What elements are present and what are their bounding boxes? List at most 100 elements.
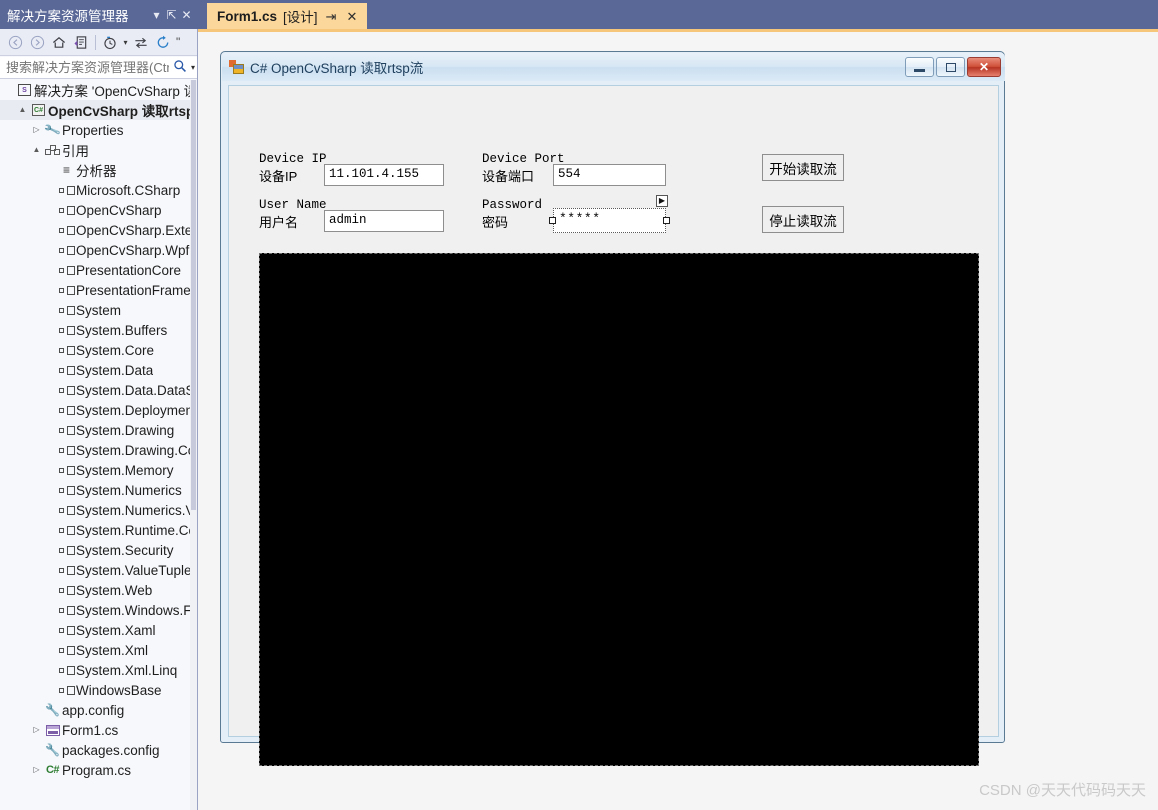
tree-item[interactable]: System.Windows.Forms: [0, 600, 197, 620]
tree-item[interactable]: OpenCvSharp.Extensions: [0, 220, 197, 240]
assembly-reference-icon: [58, 485, 75, 495]
video-preview-panel[interactable]: [259, 253, 979, 766]
csdn-watermark: CSDN @天天代码码天天: [979, 782, 1146, 799]
tree-item[interactable]: System.Xml.Linq: [0, 660, 197, 680]
tree-item[interactable]: S解决方案 'OpenCvSharp 读取rtsp流' (1 个项目): [0, 80, 197, 100]
tree-item-label: OpenCvSharp 读取rtsp流: [48, 104, 197, 119]
tree-item[interactable]: ▲ C# OpenCvSharp 读取rtsp流: [0, 100, 197, 120]
tree-item[interactable]: OpenCvSharp: [0, 200, 197, 220]
device-port-input[interactable]: 554: [553, 164, 666, 186]
sync-with-active-document-icon[interactable]: [70, 32, 92, 53]
tree-item-label: Microsoft.CSharp: [76, 182, 181, 198]
tree-item[interactable]: System.Drawing: [0, 420, 197, 440]
scrollbar-thumb[interactable]: [191, 80, 196, 510]
tree-item[interactable]: System.Deployment: [0, 400, 197, 420]
assembly-reference-icon: [58, 285, 75, 295]
password-input-selection[interactable]: ***** ▶: [549, 195, 670, 233]
assembly-reference-icon: [58, 585, 75, 595]
solution-tree-scrollbar[interactable]: [190, 80, 197, 810]
minimize-button[interactable]: [905, 57, 934, 77]
expander-icon[interactable]: ▷: [30, 766, 43, 774]
tree-item[interactable]: System.Data.DataSetExtensions: [0, 380, 197, 400]
pending-changes-icon[interactable]: [99, 32, 121, 53]
tree-item[interactable]: ▲ 引用: [0, 140, 197, 160]
tree-item[interactable]: System.Web: [0, 580, 197, 600]
tree-item[interactable]: Microsoft.CSharp: [0, 180, 197, 200]
tree-item[interactable]: PresentationCore: [0, 260, 197, 280]
solution-explorer-search[interactable]: ▾: [0, 57, 197, 79]
close-button[interactable]: ✕: [967, 57, 1001, 77]
forward-icon[interactable]: [26, 32, 48, 53]
tree-item[interactable]: System.Buffers: [0, 320, 197, 340]
resize-handle-right[interactable]: [663, 217, 670, 224]
assembly-reference-icon: [58, 245, 75, 255]
expander-icon[interactable]: ▲: [30, 146, 43, 154]
device-ip-input[interactable]: 11.101.4.155: [324, 164, 444, 186]
back-icon[interactable]: [4, 32, 26, 53]
tree-item[interactable]: System.Drawing.Common: [0, 440, 197, 460]
resize-handle-left[interactable]: [549, 217, 556, 224]
solution-tree[interactable]: S解决方案 'OpenCvSharp 读取rtsp流' (1 个项目)▲C#Op…: [0, 80, 197, 810]
tree-item[interactable]: System.Numerics.Vectors: [0, 500, 197, 520]
tree-item[interactable]: PresentationFramework: [0, 280, 197, 300]
label-password-cn: 密码: [482, 215, 509, 230]
search-input[interactable]: [4, 59, 171, 76]
label-user-name-en: User Name: [259, 198, 327, 212]
tree-item[interactable]: System.ValueTuple: [0, 560, 197, 580]
expander-icon[interactable]: ▷: [30, 126, 43, 134]
tree-item[interactable]: System.Runtime.CompilerServices.Unsafe: [0, 520, 197, 540]
user-name-input[interactable]: admin: [324, 210, 444, 232]
close-icon[interactable]: ✕: [344, 10, 359, 23]
tree-item-label: System: [76, 302, 122, 318]
tree-item[interactable]: System.Numerics: [0, 480, 197, 500]
expander-icon[interactable]: ▷: [30, 726, 43, 734]
tree-item[interactable]: WindowsBase: [0, 680, 197, 700]
panel-dropdown-icon[interactable]: ▾: [149, 8, 164, 22]
tree-item[interactable]: System.Memory: [0, 460, 197, 480]
tree-item-label: PresentationFramework: [76, 282, 197, 298]
toolbar-overflow-icon[interactable]: ": [176, 35, 180, 49]
solution-explorer-toolbar: ▾ ": [0, 29, 197, 56]
visual-studio-window: Form1.cs [设计] ⇥ ✕ 解决方案资源管理器 ▾ ⇱ ✕ ▾ " 搜索…: [0, 0, 1158, 810]
pin-icon[interactable]: ⇥: [324, 10, 339, 23]
tree-item[interactable]: System.Xml: [0, 640, 197, 660]
tree-item[interactable]: System: [0, 300, 197, 320]
stop-stream-button[interactable]: 停止读取流: [762, 206, 844, 233]
tree-item-label: System.Windows.Forms: [76, 602, 197, 618]
tree-item[interactable]: System.Core: [0, 340, 197, 360]
tab-form1-designer[interactable]: Form1.cs [设计] ⇥ ✕: [207, 3, 368, 29]
tree-item[interactable]: 🔧 packages.config: [0, 740, 197, 760]
assembly-reference-icon: [58, 305, 75, 315]
tree-item[interactable]: 🔧 app.config: [0, 700, 197, 720]
panel-close-icon[interactable]: ✕: [179, 8, 194, 22]
tree-item[interactable]: System.Security: [0, 540, 197, 560]
switch-views-icon[interactable]: [130, 32, 152, 53]
tree-item[interactable]: ≡ 分析器: [0, 160, 197, 180]
smart-tag-button[interactable]: ▶: [656, 195, 668, 207]
start-stream-button[interactable]: 开始读取流: [762, 154, 844, 181]
solution-icon: S: [18, 84, 31, 96]
pending-changes-caret-icon[interactable]: ▾: [121, 38, 130, 47]
tree-item[interactable]: OpenCvSharp.WpfExtensions: [0, 240, 197, 260]
expander-icon[interactable]: ▲: [16, 106, 29, 114]
assembly-reference-icon: [58, 385, 75, 395]
tree-item[interactable]: ▷ 🔧 Properties: [0, 120, 197, 140]
tree-item[interactable]: ▷ Form1.cs: [0, 720, 197, 740]
assembly-reference-icon: [58, 225, 75, 235]
window-buttons: ✕: [905, 57, 1001, 77]
refresh-icon[interactable]: [152, 32, 174, 53]
search-options-caret-icon[interactable]: ▾: [189, 63, 195, 72]
tree-item[interactable]: ▷ C# Program.cs: [0, 760, 197, 780]
panel-pin-icon[interactable]: ⇱: [164, 8, 179, 22]
tree-item[interactable]: System.Xaml: [0, 620, 197, 640]
minimize-icon: [914, 68, 925, 72]
home-icon[interactable]: [48, 32, 70, 53]
tab-strip-underline: [198, 29, 1158, 32]
assembly-reference-icon: [58, 525, 75, 535]
maximize-button[interactable]: [936, 57, 965, 77]
assembly-reference-icon: [58, 345, 75, 355]
assembly-reference-icon: [58, 625, 75, 635]
search-icon[interactable]: [171, 59, 189, 76]
tree-item[interactable]: System.Data: [0, 360, 197, 380]
tree-item-label: System.Xml.Linq: [76, 662, 178, 678]
